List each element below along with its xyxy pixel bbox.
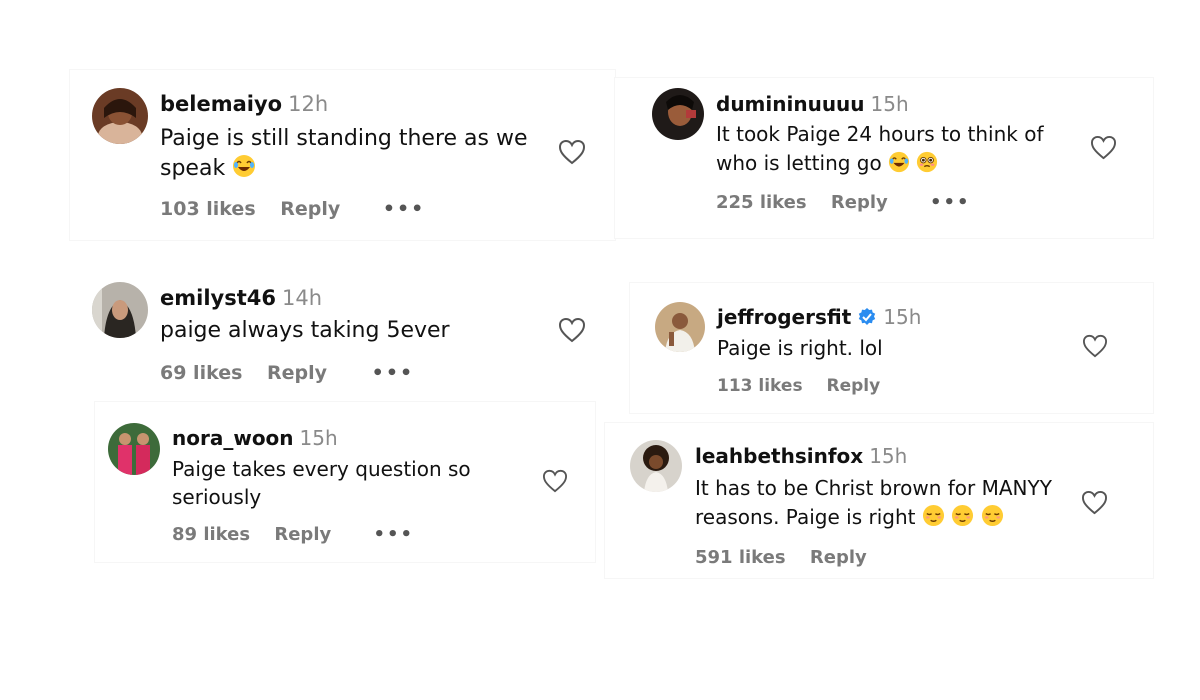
avatar-image — [655, 302, 705, 352]
comment-header: leahbethsinfox 15h — [695, 444, 907, 468]
comment-meta: 225 likes Reply ••• — [716, 192, 971, 213]
more-options-icon[interactable]: ••• — [372, 362, 414, 384]
comment-header: jeffrogersfit 15h — [717, 305, 921, 332]
avatar-image — [92, 88, 148, 144]
avatar-image — [108, 423, 160, 475]
username[interactable]: jeffrogersfit — [717, 305, 851, 329]
comment-text-block: It has to be Christ brown for MANYY reas… — [695, 474, 1075, 535]
comment-text: Paige is right. lol — [717, 336, 883, 360]
comment-text: It took Paige 24 hours to think of who i… — [716, 122, 1044, 175]
like-count[interactable]: 225 likes — [716, 192, 807, 213]
comment-header: dumininuuuu 15h — [716, 92, 909, 116]
username[interactable]: belemaiyo — [160, 92, 282, 116]
comment-text-block: Paige is right. lol — [717, 334, 1057, 362]
avatar[interactable] — [630, 440, 682, 492]
reply-button[interactable]: Reply — [826, 376, 880, 396]
comment-meta: 103 likes Reply ••• — [160, 198, 425, 220]
avatar-image — [92, 282, 148, 338]
comment-meta: 89 likes Reply ••• — [172, 524, 414, 545]
avatar-image — [652, 88, 704, 140]
comment-header: belemaiyo 12h — [160, 92, 328, 116]
comment-text: Paige is still standing there as we spea… — [160, 126, 528, 181]
heart-outline-icon[interactable] — [558, 139, 586, 169]
username[interactable]: emilyst46 — [160, 286, 276, 310]
comment-meta: 113 likes Reply — [717, 376, 880, 396]
comment-meta: 69 likes Reply ••• — [160, 362, 414, 384]
laugh-cry-emoji-icon — [232, 154, 256, 187]
heart-outline-icon[interactable] — [542, 469, 568, 497]
reply-button[interactable]: Reply — [280, 198, 340, 220]
comment-header: nora_woon 15h — [172, 426, 338, 450]
timestamp: 12h — [288, 92, 329, 116]
avatar[interactable] — [652, 88, 704, 140]
timestamp: 15h — [299, 426, 338, 450]
like-count[interactable]: 89 likes — [172, 524, 250, 545]
username[interactable]: nora_woon — [172, 426, 294, 450]
laugh-cry-emoji-icon — [888, 151, 910, 181]
heart-outline-icon[interactable] — [1082, 334, 1108, 362]
like-count[interactable]: 69 likes — [160, 362, 242, 384]
comment-text-block: paige always taking 5ever — [160, 316, 540, 346]
relieved-emoji-icon — [951, 504, 974, 535]
username[interactable]: leahbethsinfox — [695, 444, 863, 468]
timestamp: 14h — [281, 286, 323, 310]
timestamp: 15h — [883, 305, 922, 329]
comment-header: emilyst46 14h — [160, 286, 322, 310]
comment-text: paige always taking 5ever — [160, 318, 450, 343]
reply-button[interactable]: Reply — [831, 192, 888, 213]
avatar-image — [630, 440, 682, 492]
comment-text: Paige takes every question so seriously — [172, 457, 471, 509]
username[interactable]: dumininuuuu — [716, 92, 865, 116]
avatar[interactable] — [108, 423, 160, 475]
timestamp: 15h — [870, 92, 909, 116]
heart-outline-icon[interactable] — [558, 317, 586, 347]
more-options-icon[interactable]: ••• — [374, 524, 415, 545]
more-options-icon[interactable]: ••• — [930, 192, 971, 213]
more-options-icon[interactable]: ••• — [383, 198, 425, 220]
avatar[interactable] — [655, 302, 705, 352]
comment-text-block: It took Paige 24 hours to think of who i… — [716, 120, 1061, 181]
avatar[interactable] — [92, 282, 148, 338]
reply-button[interactable]: Reply — [267, 362, 327, 384]
timestamp: 15h — [869, 444, 908, 468]
reply-button[interactable]: Reply — [274, 524, 331, 545]
like-count[interactable]: 591 likes — [695, 547, 786, 568]
avatar[interactable] — [92, 88, 148, 144]
heart-outline-icon[interactable] — [1090, 135, 1117, 164]
like-count[interactable]: 113 likes — [717, 376, 803, 396]
pleading-emoji-icon — [916, 151, 938, 181]
relieved-emoji-icon — [981, 504, 1004, 535]
verified-badge-icon — [857, 307, 877, 332]
like-count[interactable]: 103 likes — [160, 198, 256, 220]
reply-button[interactable]: Reply — [810, 547, 867, 568]
comment-meta: 591 likes Reply — [695, 547, 867, 568]
comment-text-block: Paige takes every question so seriously — [172, 455, 502, 511]
comment-text-block: Paige is still standing there as we spea… — [160, 124, 540, 187]
heart-outline-icon[interactable] — [1081, 490, 1108, 519]
relieved-emoji-icon — [922, 504, 945, 535]
